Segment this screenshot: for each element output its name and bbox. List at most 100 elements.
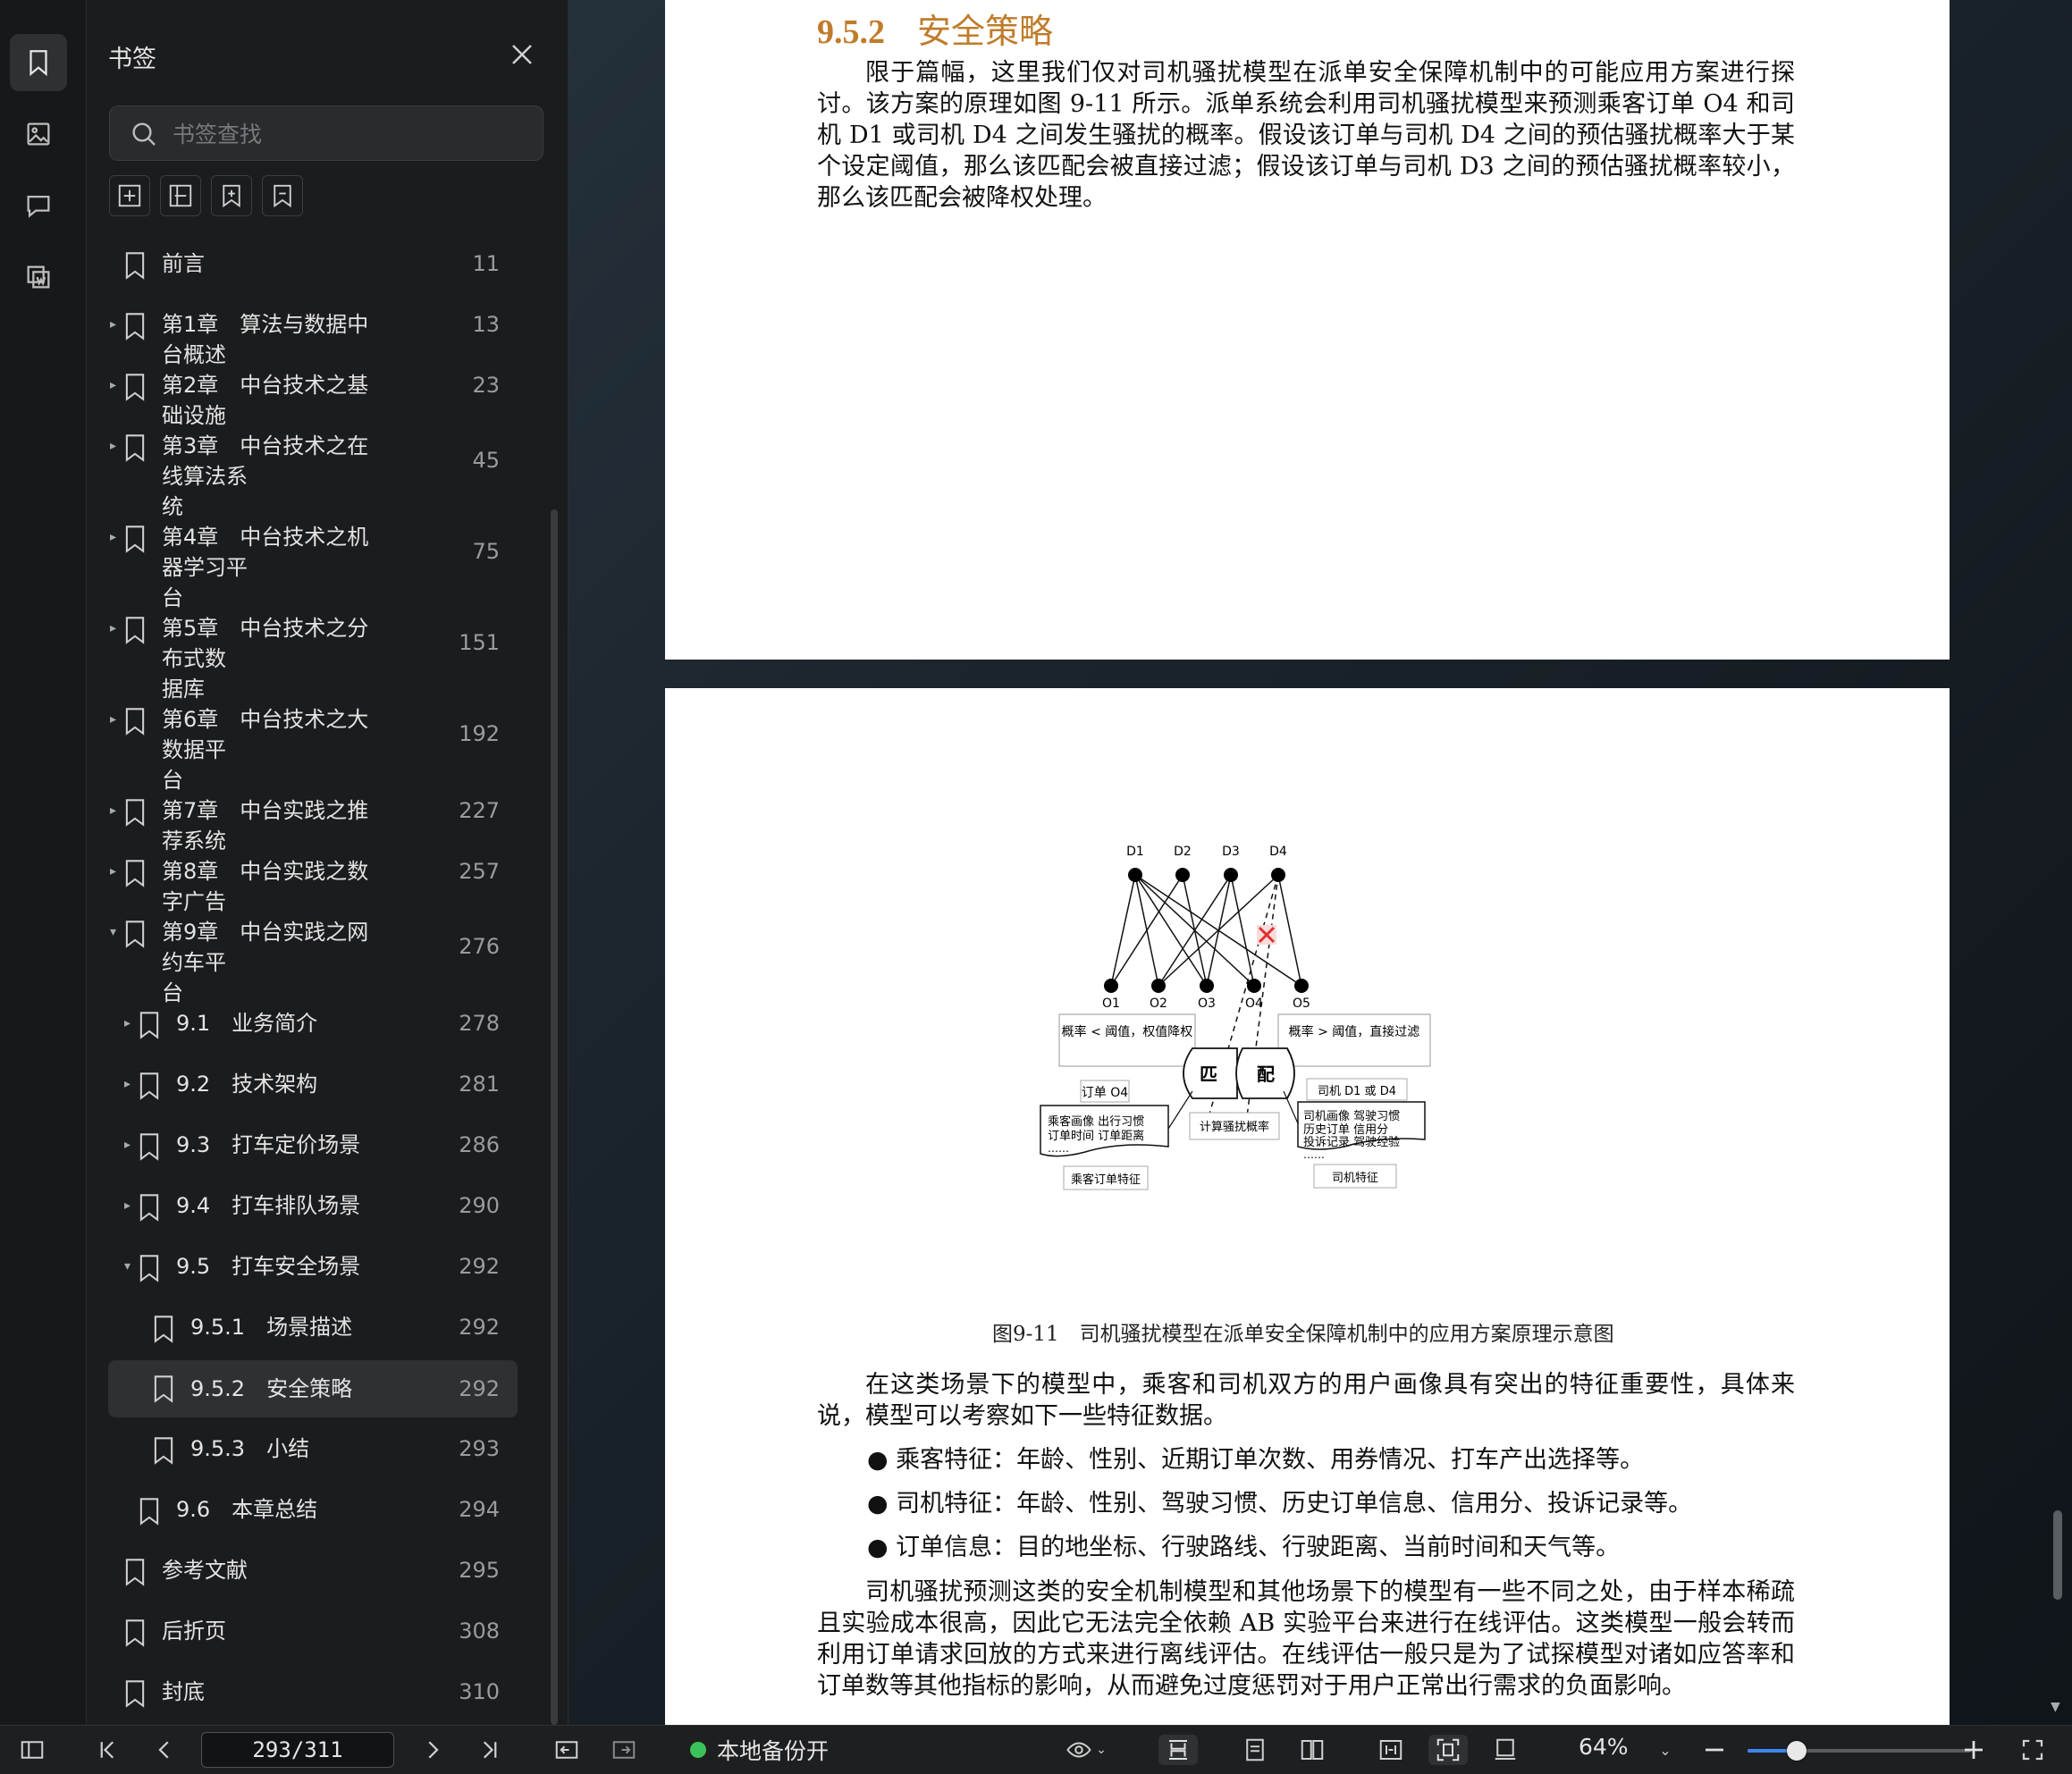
bookmark-label: 第1章 算法与数据中台概述 — [162, 312, 369, 367]
zoom-level[interactable]: 64% — [1579, 1734, 1629, 1760]
page-293: D1 D2 D3 D4 O1 O2 O3 O4 O5 概率 < 阈值，权值降权 概率 > 阈值… — [665, 688, 1950, 1725]
chevron-right-icon[interactable]: ▸ — [110, 790, 122, 831]
zoom-slider-handle[interactable] — [1787, 1741, 1807, 1761]
forward-button[interactable] — [608, 1735, 640, 1765]
bookmark-item[interactable]: 9.5.1 场景描述 292 — [108, 1307, 518, 1348]
chevron-right-icon[interactable]: ▸ — [124, 1003, 137, 1044]
bookmark-item[interactable]: ▾ 第9章 中台实践之网约车平 台 276 — [108, 912, 518, 1005]
driver-node — [1175, 868, 1190, 882]
bookmark-item[interactable]: ▸ 9.2 技术架构 281 — [108, 1064, 518, 1105]
panel-scrollbar[interactable] — [551, 509, 558, 1725]
chevron-right-icon[interactable]: ▸ — [110, 304, 122, 345]
chevron-right-icon[interactable]: ▸ — [124, 1185, 137, 1226]
bookmark-item[interactable]: ▸ 第3章 中台技术之在线算法系 统 45 — [108, 425, 518, 519]
driver-node — [1271, 868, 1285, 882]
comment-icon — [27, 195, 50, 218]
bookmark-page-number: 75 — [472, 539, 500, 564]
bookmark-page-number: 45 — [472, 448, 500, 473]
add-bookmark-button[interactable] — [211, 175, 252, 216]
order-tag-label: 订单 O4 — [1082, 1086, 1128, 1100]
order-node — [1294, 979, 1309, 993]
last-page-button[interactable] — [474, 1735, 506, 1765]
bookmark-item[interactable]: ▸ 9.1 业务简介 278 — [108, 1003, 518, 1044]
filter-cross-icon — [1257, 925, 1276, 945]
bookmark-item[interactable]: 参考文献 295 — [108, 1550, 518, 1591]
icon-rail — [0, 0, 87, 1725]
order-doc-line1: 乘客画像 出行习惯 — [1048, 1114, 1144, 1129]
bookmark-item[interactable]: 后折页 308 — [108, 1610, 518, 1652]
bookmark-item[interactable]: 封底 310 — [108, 1671, 518, 1712]
bookmark-page-number: 294 — [459, 1497, 500, 1522]
two-page-button[interactable] — [1294, 1735, 1330, 1765]
bookmark-item[interactable]: ▸ 9.3 打车定价场景 286 — [108, 1124, 518, 1165]
chevron-right-icon[interactable]: ▸ — [110, 517, 122, 558]
search-box[interactable] — [109, 105, 543, 161]
bookmark-page-number: 293 — [459, 1436, 500, 1461]
zoom-dropdown[interactable]: ⌄ — [1652, 1735, 1679, 1765]
search-input[interactable] — [171, 115, 532, 153]
toggle-sidebar-button[interactable] — [16, 1735, 48, 1765]
chevron-right-icon[interactable]: ▸ — [110, 608, 122, 649]
bookmark-icon — [154, 1437, 173, 1465]
bookmark-label: 后折页 — [162, 1618, 226, 1644]
bookmark-item[interactable]: ▸ 第6章 中台技术之大数据平 台 192 — [108, 699, 518, 793]
back-button[interactable] — [551, 1735, 583, 1765]
chevron-right-icon[interactable]: ▸ — [110, 425, 122, 467]
actual-size-button[interactable] — [1487, 1735, 1523, 1765]
bookmark-item[interactable]: 9.6 本章总结 294 — [108, 1489, 518, 1530]
bookmark-item[interactable]: 9.5.2 安全策略 292 — [108, 1360, 518, 1417]
chevron-right-icon[interactable]: ▸ — [110, 365, 122, 406]
chevron-right-icon[interactable]: ▸ — [110, 699, 122, 740]
driver-tag-label: 司机 D1 或 D4 — [1318, 1085, 1396, 1098]
annotation-tab-button[interactable] — [10, 177, 67, 234]
close-icon[interactable] — [509, 41, 535, 68]
bookmark-icon — [125, 921, 145, 948]
bookmark-icon — [29, 50, 47, 77]
bookmark-item[interactable]: ▸ 9.4 打车排队场景 290 — [108, 1185, 518, 1226]
fullscreen-button[interactable] — [2017, 1735, 2049, 1765]
previous-page-button[interactable] — [148, 1735, 181, 1765]
collapse-all-button[interactable] — [160, 175, 201, 216]
view-mode-dropdown[interactable]: ⌄ — [1060, 1735, 1112, 1765]
panel-title: 书签 — [108, 46, 156, 73]
scroll-down-icon[interactable]: ▼ — [2051, 1700, 2060, 1714]
status-dot-icon — [690, 1742, 706, 1758]
bookmark-item[interactable]: ▾ 9.5 打车安全场景 292 — [108, 1246, 518, 1287]
chevron-right-icon[interactable]: ▸ — [110, 851, 122, 892]
image-icon — [27, 122, 50, 146]
bookmark-item[interactable]: ▸ 第7章 中台实践之推荐系统 227 — [108, 790, 518, 853]
document-scrollbar[interactable] — [2053, 1510, 2062, 1600]
first-page-button[interactable] — [91, 1735, 123, 1765]
document-view[interactable]: 9.5.2 安全策略 限于篇幅，这里我们仅对司机骚扰模型在派单安全保障机制中的可能… — [569, 0, 2072, 1725]
zoom-out-button[interactable] — [1698, 1735, 1731, 1765]
chevron-down-icon[interactable]: ▾ — [124, 1246, 137, 1287]
paragraph: 限于篇幅，这里我们仅对司机骚扰模型在派单安全保障机制中的可能应用方案进行探讨。该… — [817, 59, 1795, 212]
bookmark-item[interactable]: ▸ 第8章 中台实践之数字广告 257 — [108, 851, 518, 914]
continuous-scroll-button[interactable] — [1158, 1735, 1198, 1765]
zoom-in-button[interactable] — [1958, 1735, 1990, 1765]
chevron-right-icon[interactable]: ▸ — [124, 1064, 137, 1105]
chevron-right-icon[interactable]: ▸ — [124, 1124, 137, 1165]
fit-page-button[interactable] — [1428, 1735, 1468, 1765]
bookmark-item[interactable]: ▸ 第1章 算法与数据中台概述 13 — [108, 304, 518, 367]
order-label: O1 — [1102, 996, 1120, 1011]
single-page-button[interactable] — [1237, 1735, 1273, 1765]
bookmark-page-number: 278 — [459, 1011, 500, 1036]
zoom-slider[interactable] — [1748, 1741, 1971, 1761]
bookmark-tab-button[interactable] — [10, 34, 67, 91]
next-page-button[interactable] — [417, 1735, 449, 1765]
expand-all-button[interactable] — [109, 175, 150, 216]
bookmark-item[interactable]: 前言 11 — [108, 243, 518, 284]
bookmark-item[interactable]: 9.5.3 小结 293 — [108, 1428, 518, 1469]
bookmark-item[interactable]: ▸ 第5章 中台技术之分布式数 据库 151 — [108, 608, 518, 702]
remove-bookmark-button[interactable] — [262, 175, 303, 216]
page-number-input[interactable]: 293/311 — [201, 1732, 394, 1768]
bookmark-page-number: 286 — [459, 1132, 500, 1157]
bookmark-item[interactable]: ▸ 第4章 中台技术之机器学习平 台 75 — [108, 517, 518, 610]
fit-width-button[interactable] — [1373, 1735, 1409, 1765]
thumbnail-tab-button[interactable] — [10, 105, 67, 163]
pages-tab-button[interactable] — [10, 248, 67, 306]
backup-status[interactable]: 本地备份开 — [690, 1734, 829, 1766]
bookmark-item[interactable]: ▸ 第2章 中台技术之基础设施 23 — [108, 365, 518, 428]
chevron-down-icon[interactable]: ▾ — [110, 912, 122, 953]
